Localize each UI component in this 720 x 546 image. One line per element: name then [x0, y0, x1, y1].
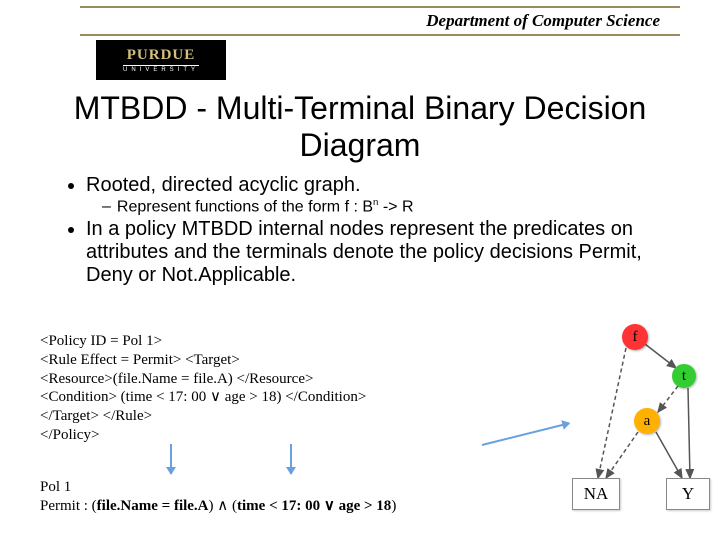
wedge-icon: ∧	[217, 497, 228, 514]
policy-summary: Pol 1 Permit : (file.Name = file.A) ∧ (t…	[40, 478, 396, 516]
node-f-label: f	[633, 329, 638, 346]
xml-policy-block: <Policy ID = Pol 1> <Rule Effect = Permi…	[40, 332, 470, 445]
node-t-label: t	[682, 368, 686, 385]
vee-icon: ∨	[324, 497, 335, 514]
arrow-down-icon	[170, 444, 172, 474]
s2g: )	[391, 498, 396, 514]
logo-sub: UNIVERSITY	[123, 65, 199, 73]
purdue-logo: PURDUE UNIVERSITY	[96, 40, 226, 80]
node-a: a	[634, 408, 660, 434]
code-line-1: <Policy ID = Pol 1>	[40, 332, 470, 351]
s2b: file.Name = file.A	[97, 498, 209, 514]
sub-suffix: -> R	[378, 198, 413, 215]
s2a: Permit : (	[40, 498, 97, 514]
code-line-5: </Target> </Rule>	[40, 407, 470, 426]
code-line-3: <Resource>(file.Name = file.A) </Resourc…	[40, 370, 470, 389]
logo-main: PURDUE	[127, 47, 196, 64]
bullet-1: Rooted, directed acyclic graph. –Represe…	[86, 174, 680, 216]
s2f: age > 18	[335, 498, 391, 514]
summary-line-2: Permit : (file.Name = file.A) ∧ (time < …	[40, 497, 396, 516]
terminal-na: NA	[572, 478, 620, 510]
node-f: f	[622, 324, 648, 350]
header-bar: Department of Computer Science	[80, 6, 680, 36]
bullet-1-sub: –Represent functions of the form f : Bn …	[102, 197, 680, 216]
department-label: Department of Computer Science	[426, 11, 660, 31]
arrow-down-icon	[290, 444, 292, 474]
terminal-y: Y	[666, 478, 710, 510]
dash-icon: –	[102, 198, 111, 215]
code-line-6: </Policy>	[40, 426, 470, 445]
arrow-diag-icon	[482, 422, 570, 446]
bullet-list: Rooted, directed acyclic graph. –Represe…	[60, 174, 680, 287]
s2e: time < 17: 00	[237, 498, 324, 514]
s2d: (	[228, 498, 237, 514]
terminal-y-label: Y	[682, 484, 694, 504]
node-a-label: a	[644, 413, 651, 430]
terminal-na-label: NA	[584, 484, 609, 504]
summary-line-1: Pol 1	[40, 478, 396, 497]
code-line-2: <Rule Effect = Permit> <Target>	[40, 351, 470, 370]
node-t: t	[672, 364, 696, 388]
bullet-2: In a policy MTBDD internal nodes represe…	[86, 218, 680, 287]
slide-title: MTBDD - Multi-Terminal Binary Decision D…	[40, 90, 680, 164]
bullet-1-text: Rooted, directed acyclic graph.	[86, 174, 361, 196]
sub-prefix: Represent functions of the form f : B	[117, 198, 373, 215]
s2c: )	[209, 498, 218, 514]
code-line-4: <Condition> (time < 17: 00 ∨ age > 18) <…	[40, 388, 470, 407]
